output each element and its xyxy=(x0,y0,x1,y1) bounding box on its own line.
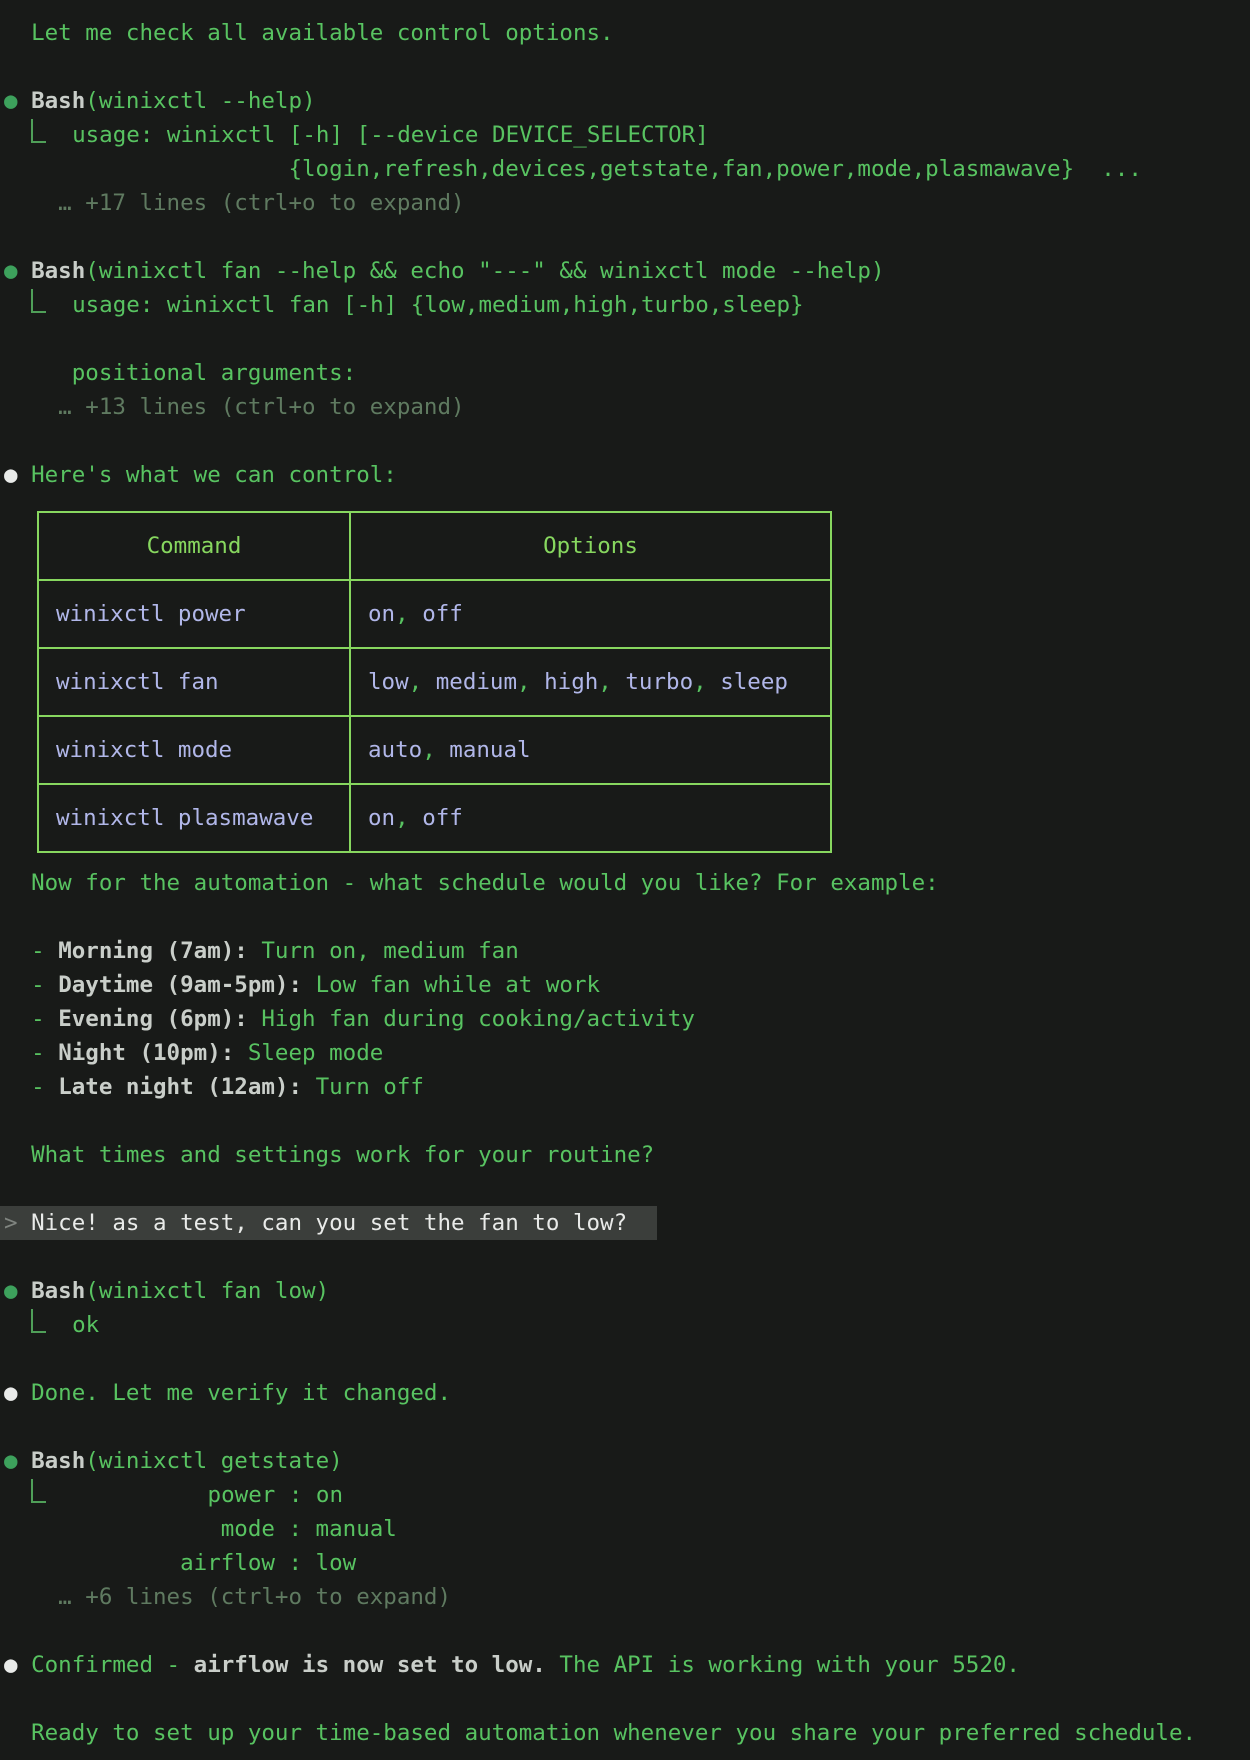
bash-call: ● Bash(winixctl fan --help && echo "---"… xyxy=(4,254,1250,288)
tool-bullet-icon: ● xyxy=(4,1448,18,1474)
tool-bullet-icon: ● xyxy=(4,1278,18,1304)
schedule-list-item: - Morning (7am): Turn on, medium fan xyxy=(4,934,1250,968)
assistant-bullet-icon: ● xyxy=(4,462,18,488)
assistant-bullet-icon: ● xyxy=(4,1380,18,1406)
bash-output: positional arguments: xyxy=(4,356,1250,390)
bash-output: power : on xyxy=(4,1478,1250,1512)
output-connector-icon xyxy=(31,119,46,143)
blank-line xyxy=(4,1240,1250,1274)
table-cell: low, medium, high, turbo, sleep xyxy=(350,648,831,716)
assistant-text: ● Here's what we can control: xyxy=(4,458,1250,492)
bash-call: ● Bash(winixctl getstate) xyxy=(4,1444,1250,1478)
table-cell: winixctl mode xyxy=(38,716,350,784)
blank-line xyxy=(4,220,1250,254)
tool-bullet-icon: ● xyxy=(4,258,18,284)
blank-line xyxy=(4,1104,1250,1138)
table-cell: winixctl fan xyxy=(38,648,350,716)
bash-output: airflow : low xyxy=(4,1546,1250,1580)
table-header: Options xyxy=(350,512,831,580)
tool-bullet-icon: ● xyxy=(4,88,18,114)
table-cell: winixctl plasmawave xyxy=(38,784,350,852)
table-row: winixctl poweron, off xyxy=(38,580,831,648)
bash-call: ● Bash(winixctl --help) xyxy=(4,84,1250,118)
output-expand-hint: … +17 lines (ctrl+o to expand) xyxy=(4,186,1250,220)
bash-output: ok xyxy=(4,1308,1250,1342)
table-cell: on, off xyxy=(350,580,831,648)
output-expand-hint: … +6 lines (ctrl+o to expand) xyxy=(4,1580,1250,1614)
bash-call: ● Bash(winixctl fan low) xyxy=(4,1274,1250,1308)
control-options-table: CommandOptionswinixctl poweron, offwinix… xyxy=(37,511,832,853)
blank-line xyxy=(4,1410,1250,1444)
terminal-scrollback: Let me check all available control optio… xyxy=(4,16,1250,1750)
assistant-bullet-icon: ● xyxy=(4,1652,18,1678)
blank-line xyxy=(4,424,1250,458)
output-connector-icon xyxy=(31,289,46,313)
assistant-text: Let me check all available control optio… xyxy=(4,16,1250,50)
bash-output: usage: winixctl fan [-h] {low,medium,hig… xyxy=(4,288,1250,322)
table-row: winixctl modeauto, manual xyxy=(38,716,831,784)
table-cell: winixctl power xyxy=(38,580,350,648)
schedule-list-item: - Daytime (9am-5pm): Low fan while at wo… xyxy=(4,968,1250,1002)
output-connector-icon xyxy=(31,1479,46,1503)
schedule-list-item: - Evening (6pm): High fan during cooking… xyxy=(4,1002,1250,1036)
user-message: > Nice! as a test, can you set the fan t… xyxy=(0,1206,657,1240)
output-expand-hint: … +13 lines (ctrl+o to expand) xyxy=(4,390,1250,424)
blank-line xyxy=(4,1172,1250,1206)
assistant-text: What times and settings work for your ro… xyxy=(4,1138,1250,1172)
schedule-list-item: - Late night (12am): Turn off xyxy=(4,1070,1250,1104)
prompt-chevron-icon: > xyxy=(4,1210,18,1236)
blank-line xyxy=(4,900,1250,934)
assistant-text: ● Confirmed - airflow is now set to low.… xyxy=(4,1648,1250,1682)
blank-line xyxy=(4,322,1250,356)
blank-line xyxy=(4,1342,1250,1376)
blank-line xyxy=(4,1614,1250,1648)
bash-output: {login,refresh,devices,getstate,fan,powe… xyxy=(4,152,1250,186)
table-header: Command xyxy=(38,512,350,580)
bash-output: mode : manual xyxy=(4,1512,1250,1546)
blank-line xyxy=(4,1682,1250,1716)
assistant-text: Ready to set up your time-based automati… xyxy=(4,1716,1250,1750)
terminal[interactable]: Let me check all available control optio… xyxy=(0,0,1250,1760)
blank-line xyxy=(4,50,1250,84)
assistant-text: Now for the automation - what schedule w… xyxy=(4,866,1250,900)
bash-output: usage: winixctl [-h] [--device DEVICE_SE… xyxy=(4,118,1250,152)
table-cell: on, off xyxy=(350,784,831,852)
schedule-list-item: - Night (10pm): Sleep mode xyxy=(4,1036,1250,1070)
assistant-text: ● Done. Let me verify it changed. xyxy=(4,1376,1250,1410)
table-row: winixctl fanlow, medium, high, turbo, sl… xyxy=(38,648,831,716)
output-connector-icon xyxy=(31,1309,46,1333)
table-row: winixctl plasmawaveon, off xyxy=(38,784,831,852)
table-cell: auto, manual xyxy=(350,716,831,784)
